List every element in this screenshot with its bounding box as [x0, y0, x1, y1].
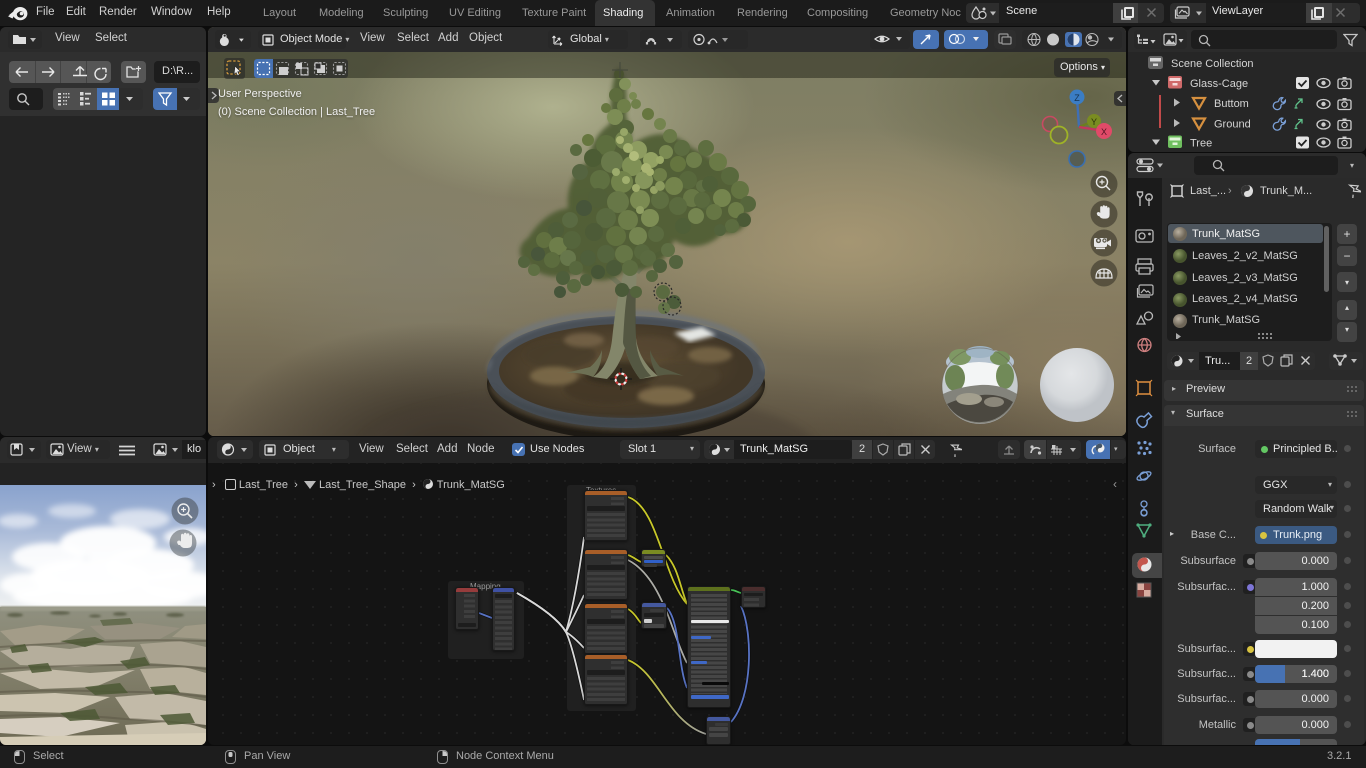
svg-text:Z: Z: [1074, 93, 1080, 103]
svg-text:Glass-Cage: Glass-Cage: [1190, 78, 1248, 90]
svg-text:Ground: Ground: [1214, 119, 1251, 131]
svg-text:Buttom: Buttom: [1214, 98, 1249, 110]
svg-text:X: X: [1101, 127, 1107, 137]
svg-text:Tree: Tree: [1190, 138, 1212, 150]
svg-text:Y: Y: [1091, 117, 1097, 127]
svg-text:Scene Collection: Scene Collection: [1171, 58, 1254, 70]
